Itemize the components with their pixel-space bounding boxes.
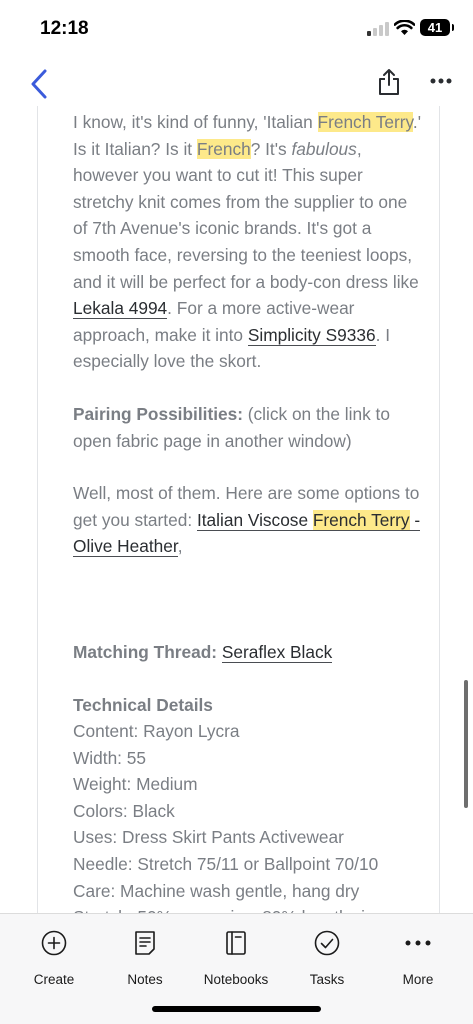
signal-icon xyxy=(367,22,389,36)
highlighted-text: French Terry xyxy=(317,112,413,132)
tab-label: Notes xyxy=(127,972,163,987)
pairing-paragraph: Pairing Possibilities: (click on the lin… xyxy=(73,401,423,454)
wifi-icon xyxy=(394,20,415,35)
text-run: I know, it's kind of funny, 'Italian xyxy=(73,112,318,132)
tab-notes[interactable]: Notes xyxy=(98,928,192,987)
technical-line: Weight: Medium xyxy=(73,774,198,795)
technical-line: Uses: Dress Skirt Pants Activewear xyxy=(73,827,344,848)
status-bar: 12:18 41 xyxy=(0,0,473,60)
technical-line: Content: Rayon Lycra xyxy=(73,721,240,742)
fabric-link[interactable]: Simplicity S9336 xyxy=(247,324,376,346)
fabric-link[interactable]: Lekala 4994 xyxy=(73,298,168,320)
technical-line: Colors: Black xyxy=(73,800,175,821)
technical-line: Needle: Stretch 75/11 or Ballpoint 70/10 xyxy=(73,854,379,875)
note-body[interactable]: I know, it's kind of funny, 'Italian Fre… xyxy=(73,109,423,914)
fabric-link[interactable]: Italian Viscose xyxy=(196,509,313,531)
battery-icon: 41 xyxy=(420,19,454,36)
ellipsis-icon xyxy=(405,940,431,946)
pairing-label: Pairing Possibilities: xyxy=(73,403,243,424)
note-icon xyxy=(135,931,155,955)
highlighted-text: French xyxy=(196,138,251,159)
thread-link[interactable]: Seraflex Black xyxy=(221,641,333,663)
thread-label: Matching Thread: xyxy=(73,641,218,662)
text-run: ? It's xyxy=(250,138,292,159)
check-circle-icon xyxy=(314,930,340,956)
tab-notebooks[interactable]: Notebooks xyxy=(189,928,283,987)
tab-more[interactable]: More xyxy=(371,928,465,987)
tab-label: Tasks xyxy=(309,972,345,987)
scroll-indicator[interactable] xyxy=(464,680,468,808)
note-content-area[interactable]: I know, it's kind of funny, 'Italian Fre… xyxy=(37,106,440,914)
text-run: fabulous xyxy=(291,138,357,159)
status-time: 12:18 xyxy=(40,18,89,39)
plus-circle-icon xyxy=(41,930,67,956)
options-paragraph: Well, most of them. Here are some option… xyxy=(73,480,423,560)
thread-paragraph: Matching Thread: Seraflex Black xyxy=(73,639,423,666)
notebook-icon xyxy=(226,931,246,955)
tab-label: Notebooks xyxy=(203,972,269,987)
text-run: , however you want to cut it! This super… xyxy=(73,138,419,292)
nav-bar xyxy=(0,62,473,106)
technical-line: Care: Machine wash gentle, hang dry xyxy=(73,880,360,901)
tab-label: More xyxy=(402,972,434,987)
technical-heading: Technical Details xyxy=(73,694,213,715)
technical-details-list: Content: Rayon Lycra Width: 55 Weight: M… xyxy=(73,718,423,914)
tab-create[interactable]: Create xyxy=(7,928,101,987)
more-options-icon[interactable] xyxy=(430,78,452,84)
share-icon[interactable] xyxy=(377,68,401,96)
back-chevron-icon[interactable] xyxy=(28,66,50,102)
home-indicator xyxy=(152,1006,321,1012)
tab-tasks[interactable]: Tasks xyxy=(280,928,374,987)
description-paragraph: I know, it's kind of funny, 'Italian Fre… xyxy=(73,109,423,375)
text-run: , xyxy=(177,536,183,557)
tab-label: Create xyxy=(33,972,75,987)
technical-line: Width: 55 xyxy=(73,747,146,768)
fabric-link[interactable]: French Terry xyxy=(312,509,410,531)
